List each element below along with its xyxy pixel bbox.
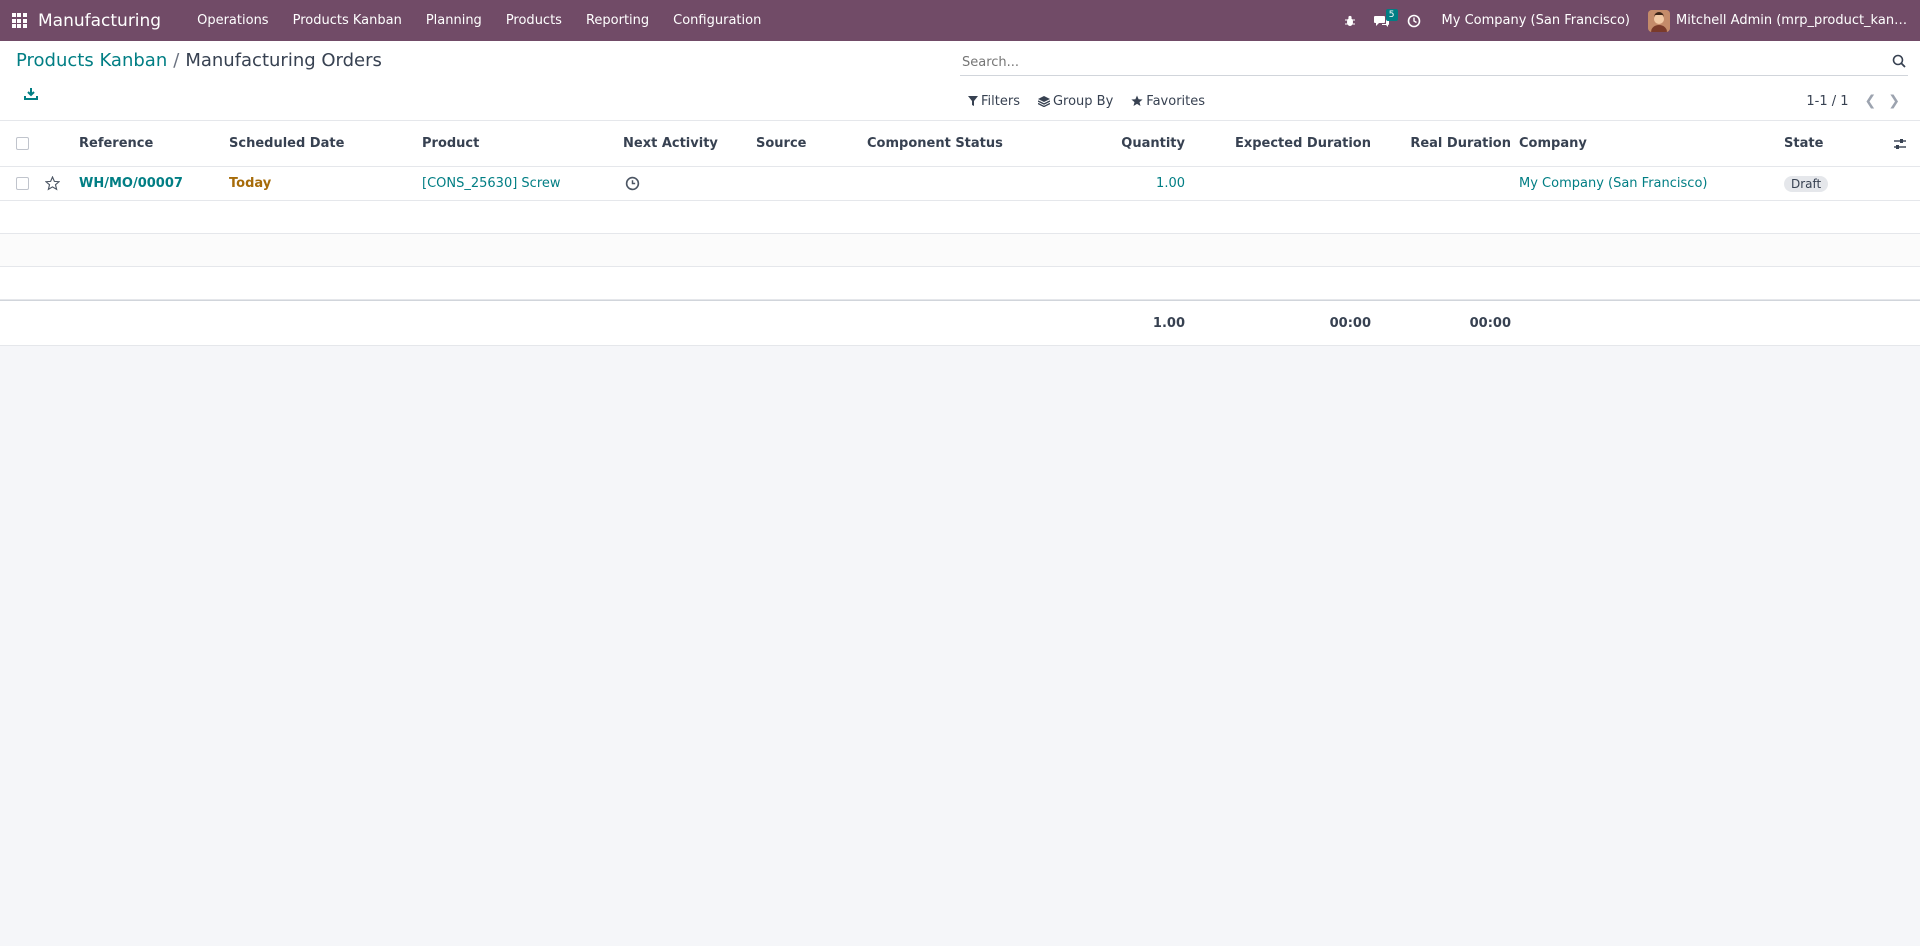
- search-bar: [960, 49, 1908, 76]
- chat-icon[interactable]: 5: [1366, 0, 1398, 41]
- col-expected-duration[interactable]: Expected Duration: [1200, 121, 1371, 166]
- list-toolbar: [24, 87, 38, 101]
- activity-clock-icon[interactable]: [625, 167, 640, 200]
- col-product[interactable]: Product: [422, 121, 479, 166]
- empty-row: [0, 234, 1920, 267]
- favorites-label: Favorites: [1146, 93, 1206, 109]
- search-icon[interactable]: [1892, 54, 1908, 70]
- row-company[interactable]: My Company (San Francisco): [1519, 167, 1707, 200]
- group-by-button[interactable]: Group By: [1037, 93, 1114, 109]
- pager-value[interactable]: 1-1 / 1: [1806, 94, 1848, 109]
- menu-products[interactable]: Products: [494, 0, 574, 41]
- pager-previous-icon[interactable]: ❮: [1865, 93, 1877, 109]
- layers-icon: [1037, 95, 1050, 107]
- user-avatar[interactable]: [1648, 9, 1670, 32]
- company-switcher[interactable]: My Company (San Francisco): [1430, 13, 1642, 28]
- table-row[interactable]: WH/MO/00007 Today [CONS_25630] Screw 1.0…: [0, 167, 1920, 201]
- pager-next-icon[interactable]: ❯: [1888, 93, 1900, 109]
- row-expected-duration: [1200, 167, 1371, 200]
- filter-icon: [968, 96, 978, 106]
- row-quantity: 1.00: [1156, 176, 1185, 191]
- menu-reporting[interactable]: Reporting: [574, 0, 661, 41]
- table-header: Reference Scheduled Date Product Next Ac…: [0, 121, 1920, 167]
- navbar-right: 5 My Company (San Francisco) Mitchell Ad…: [1334, 0, 1920, 41]
- breadcrumb: Products Kanban / Manufacturing Orders: [16, 50, 382, 71]
- pager: 1-1 / 1 ❮ ❯: [1806, 89, 1900, 113]
- col-state[interactable]: State: [1784, 121, 1823, 166]
- menu-operations[interactable]: Operations: [185, 0, 280, 41]
- filters-label: Filters: [981, 93, 1020, 109]
- col-scheduled-date[interactable]: Scheduled Date: [229, 121, 344, 166]
- breadcrumb-parent[interactable]: Products Kanban: [16, 50, 167, 71]
- optional-columns-icon[interactable]: [1893, 121, 1907, 166]
- app-name[interactable]: Manufacturing: [38, 11, 161, 31]
- message-count-badge: 5: [1385, 9, 1398, 21]
- col-component-status[interactable]: Component Status: [867, 121, 1003, 166]
- star-icon: [1131, 95, 1143, 106]
- search-options: Filters Group By Favorites: [968, 89, 1223, 113]
- download-icon[interactable]: [24, 87, 38, 101]
- col-next-activity[interactable]: Next Activity: [623, 121, 718, 166]
- select-all-checkbox[interactable]: [16, 121, 29, 166]
- total-expected-duration: 00:00: [1329, 315, 1371, 331]
- top-navbar: Manufacturing Operations Products Kanban…: [0, 0, 1920, 41]
- row-real-duration: [1390, 167, 1511, 200]
- row-product[interactable]: [CONS_25630] Screw: [422, 167, 561, 200]
- empty-row: [0, 201, 1920, 234]
- manufacturing-orders-list: Reference Scheduled Date Product Next Ac…: [0, 121, 1920, 346]
- page-title: Manufacturing Orders: [185, 50, 382, 71]
- menu-configuration[interactable]: Configuration: [661, 0, 773, 41]
- group-by-label: Group By: [1052, 93, 1114, 109]
- favorites-button[interactable]: Favorites: [1131, 94, 1205, 109]
- menu-planning[interactable]: Planning: [414, 0, 494, 41]
- menu-products-kanban[interactable]: Products Kanban: [281, 0, 414, 41]
- row-reference[interactable]: WH/MO/00007: [79, 167, 183, 200]
- empty-row: [0, 267, 1920, 300]
- user-menu[interactable]: Mitchell Admin (mrp_product_kanban…: [1676, 13, 1920, 28]
- col-company[interactable]: Company: [1519, 121, 1587, 166]
- control-panel: Products Kanban /Manufacturing Orders Fil…: [0, 41, 1920, 121]
- row-checkbox[interactable]: [16, 167, 29, 200]
- row-state: Draft: [1784, 167, 1829, 200]
- breadcrumb-separator: /: [173, 50, 180, 71]
- total-real-duration: 00:00: [1469, 315, 1511, 331]
- search-input[interactable]: [960, 54, 1892, 70]
- app-menu-icon[interactable]: [0, 0, 38, 41]
- state-badge: Draft: [1784, 175, 1829, 192]
- col-real-duration[interactable]: Real Duration: [1390, 121, 1511, 166]
- row-scheduled-date: Today: [229, 176, 272, 191]
- total-quantity: 1.00: [1152, 315, 1185, 331]
- col-reference[interactable]: Reference: [79, 121, 153, 166]
- clock-icon[interactable]: [1398, 0, 1430, 41]
- col-source[interactable]: Source: [756, 121, 806, 166]
- filters-button[interactable]: Filters: [968, 94, 1020, 109]
- col-quantity[interactable]: Quantity: [1080, 121, 1185, 166]
- table-footer-totals: 1.00 00:00 00:00: [0, 300, 1920, 346]
- priority-star-icon[interactable]: [45, 167, 60, 200]
- bug-icon[interactable]: [1334, 0, 1366, 41]
